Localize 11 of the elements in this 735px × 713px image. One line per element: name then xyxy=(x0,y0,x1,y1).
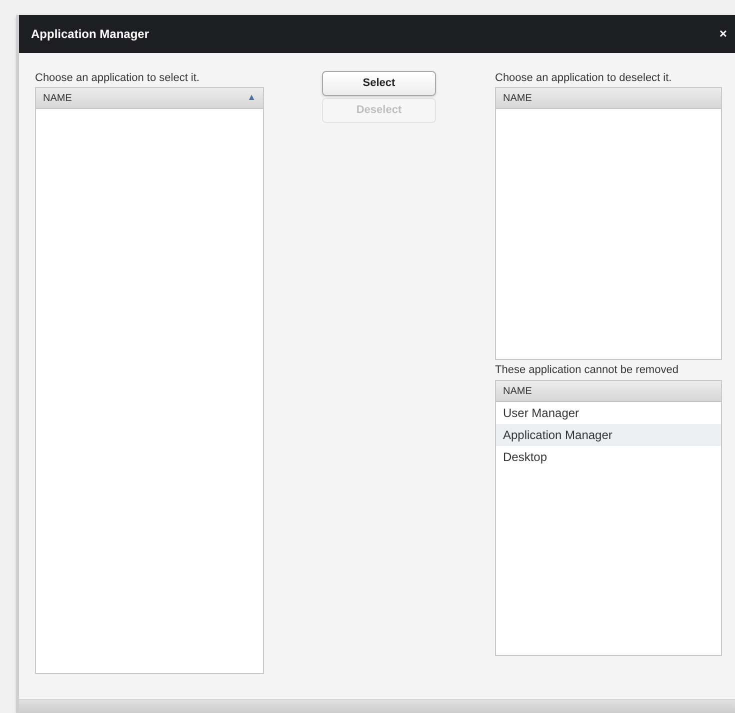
close-button[interactable]: × xyxy=(717,24,729,44)
select-button[interactable]: Select xyxy=(322,71,436,96)
column-header[interactable]: NAME ▲ xyxy=(36,88,263,109)
list-label: Choose an application to deselect it. xyxy=(495,71,673,86)
list-label: Choose an application to select it. xyxy=(35,71,200,86)
column-header[interactable]: NAME xyxy=(496,381,721,402)
window-title: Application Manager xyxy=(31,26,150,43)
column-header[interactable]: NAME xyxy=(496,88,721,109)
list-label: These application cannot be removed xyxy=(495,363,680,378)
sort-ascending-icon: ▲ xyxy=(247,91,256,105)
list-row[interactable]: Application Manager xyxy=(496,424,721,446)
